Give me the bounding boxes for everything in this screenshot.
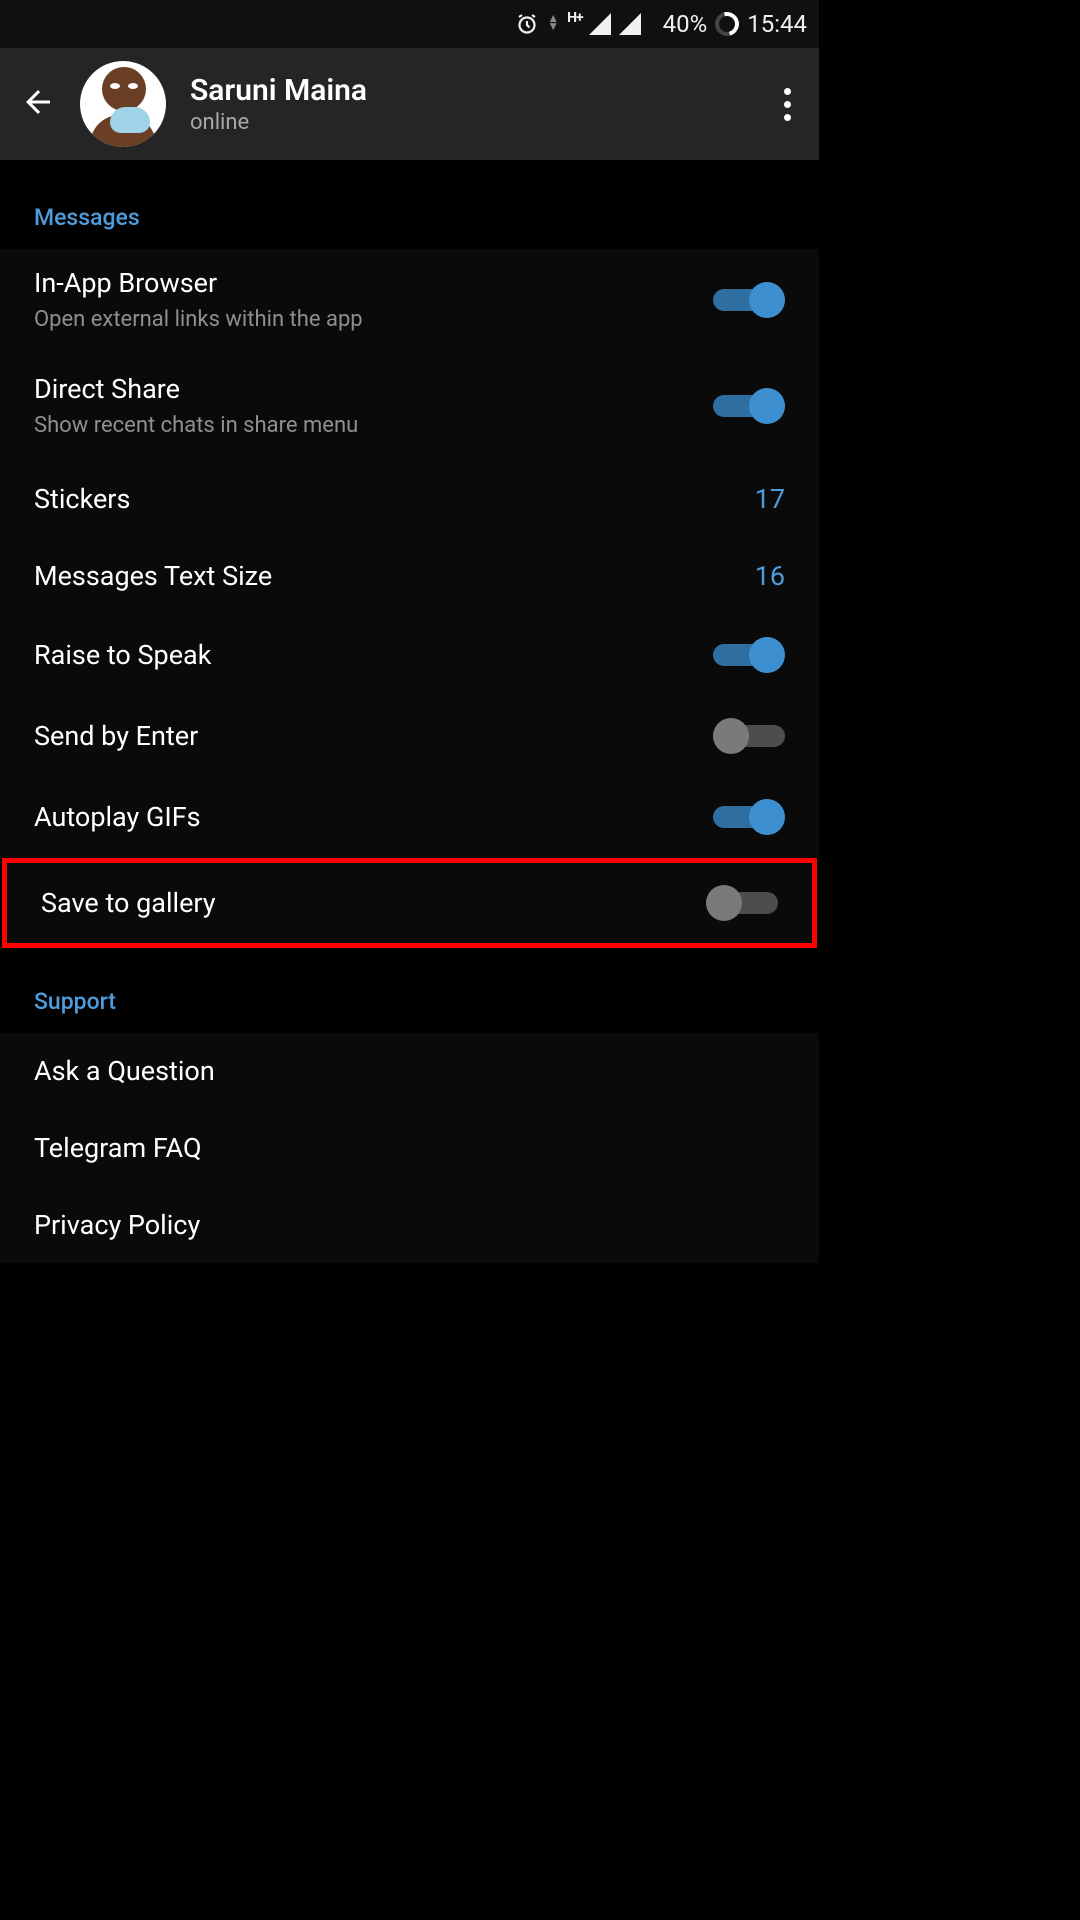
row-privacy-policy[interactable]: Privacy Policy <box>0 1187 819 1263</box>
profile-name: Saruni Maina <box>190 73 752 108</box>
back-button[interactable] <box>20 84 56 124</box>
row-direct-share[interactable]: Direct Share Show recent chats in share … <box>0 355 819 461</box>
toggle-save-to-gallery[interactable] <box>706 885 778 921</box>
section-header-support: Support <box>0 948 819 1033</box>
toggle-send-by-enter[interactable] <box>713 718 785 754</box>
battery-percent: 40% <box>663 10 708 38</box>
row-ask-question[interactable]: Ask a Question <box>0 1033 819 1110</box>
more-menu-button[interactable] <box>776 80 799 129</box>
signal-icon-2 <box>619 13 641 35</box>
row-save-to-gallery[interactable]: Save to gallery <box>7 863 812 943</box>
data-arrows-icon: ▲▼ <box>547 14 559 30</box>
loading-circle-icon <box>711 8 744 41</box>
signal-icon-1 <box>589 13 611 35</box>
row-title: Privacy Policy <box>34 1209 785 1241</box>
toggle-autoplay-gifs[interactable] <box>713 799 785 835</box>
row-title: Raise to Speak <box>34 639 713 671</box>
row-text-size[interactable]: Messages Text Size 16 <box>0 538 819 615</box>
row-title: Send by Enter <box>34 720 713 752</box>
alarm-icon <box>515 12 539 36</box>
avatar[interactable] <box>80 61 166 147</box>
header-titles[interactable]: Saruni Maina online <box>190 73 752 135</box>
network-type: H+ <box>567 10 583 26</box>
toggle-in-app-browser[interactable] <box>713 282 785 318</box>
row-subtitle: Open external links within the app <box>34 307 713 332</box>
dots-icon <box>784 88 791 95</box>
status-bar: ▲▼ H+ 40% 15:44 <box>0 0 819 48</box>
settings-content: Messages In-App Browser Open external li… <box>0 160 819 1263</box>
toggle-raise-to-speak[interactable] <box>713 637 785 673</box>
row-title: Ask a Question <box>34 1055 785 1087</box>
clock-time: 15:44 <box>747 10 807 38</box>
toggle-direct-share[interactable] <box>713 388 785 424</box>
row-raise-to-speak[interactable]: Raise to Speak <box>0 615 819 696</box>
highlight-box: Save to gallery <box>2 858 817 948</box>
row-title: Telegram FAQ <box>34 1132 785 1164</box>
row-title: Direct Share <box>34 373 713 405</box>
stickers-count: 17 <box>755 483 785 515</box>
row-title: Messages Text Size <box>34 560 755 592</box>
row-title: In-App Browser <box>34 267 713 299</box>
row-in-app-browser[interactable]: In-App Browser Open external links withi… <box>0 249 819 355</box>
row-subtitle: Show recent chats in share menu <box>34 413 713 438</box>
row-title: Save to gallery <box>41 887 706 919</box>
section-header-messages: Messages <box>0 176 819 249</box>
text-size-value: 16 <box>755 560 785 592</box>
row-title: Autoplay GIFs <box>34 801 713 833</box>
row-telegram-faq[interactable]: Telegram FAQ <box>0 1110 819 1187</box>
row-send-by-enter[interactable]: Send by Enter <box>0 696 819 777</box>
row-autoplay-gifs[interactable]: Autoplay GIFs <box>0 777 819 858</box>
row-stickers[interactable]: Stickers 17 <box>0 461 819 538</box>
row-title: Stickers <box>34 483 755 515</box>
profile-status: online <box>190 110 752 135</box>
app-header: Saruni Maina online <box>0 48 819 160</box>
